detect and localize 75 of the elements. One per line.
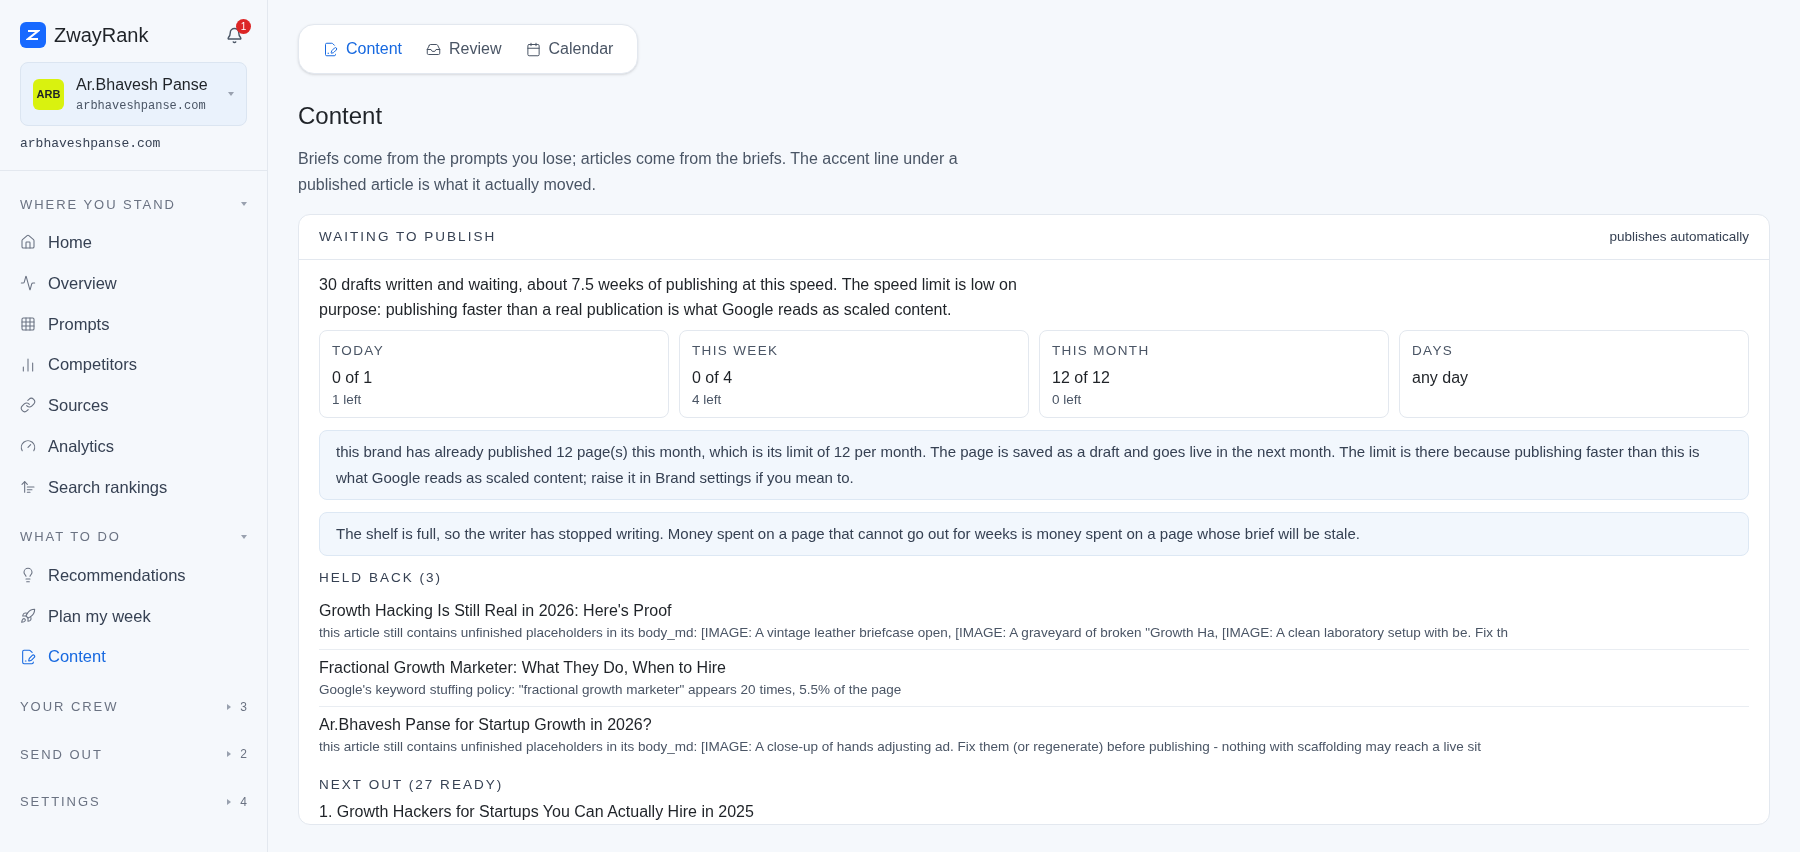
sort-icon <box>20 478 36 495</box>
logo-icon <box>20 22 46 48</box>
caret-icon <box>241 201 247 208</box>
account-avatar: ARB <box>33 78 64 110</box>
calendar-icon <box>525 41 541 57</box>
lightbulb-icon <box>20 567 36 584</box>
stat-label: THIS WEEK <box>692 342 780 361</box>
nav-item[interactable]: Search rankings <box>20 466 247 508</box>
stat-value: 0 of 4 <box>692 367 734 388</box>
article-title: Fractional Growth Marketer: What They Do, When to Hire <box>319 657 727 678</box>
section-header[interactable]: WHERE YOU STAND <box>20 186 247 222</box>
bar-chart-icon <box>20 356 36 373</box>
rocket-icon <box>20 607 36 624</box>
notification-badge: 1 <box>236 18 251 34</box>
caret-icon <box>226 703 233 710</box>
stat-label: DAYS <box>1412 342 1455 361</box>
stat-label: THIS MONTH <box>1052 342 1151 361</box>
home-icon <box>20 234 36 251</box>
tab[interactable]: Content <box>315 37 411 61</box>
stat-remaining: 1 left <box>332 390 363 409</box>
account-name: Ar.Bhavesh Panse <box>76 75 209 95</box>
stat-value: any day <box>1412 367 1470 388</box>
link-icon <box>20 397 36 414</box>
notice-banner: this brand has already published 12 page(s) this month, which is its limit of 12 per month. The page is saved as a draft and goes live in the next month. The limit is there because publishing faster than this is what Google reads as scaled content; raise it in Brand settings if you mean to. <box>319 430 1749 501</box>
nav-item[interactable]: Recommendations <box>20 554 247 596</box>
account-domain: arbhaveshpanse.com <box>76 98 207 115</box>
section-count: 2 <box>240 746 247 764</box>
pulse-icon <box>20 275 36 292</box>
section-header[interactable]: SEND OUT 2 <box>20 736 247 772</box>
section-heading: HELD BACK (3) <box>319 569 444 588</box>
article-title: Growth Hacking Is Still Real in 2026: Here's Proof <box>319 600 673 621</box>
caret-icon <box>226 751 233 758</box>
section-header[interactable]: YOUR CREW 3 <box>20 689 247 725</box>
nav-item[interactable]: Competitors <box>20 344 247 385</box>
stat-label: TODAY <box>332 342 385 361</box>
account-switcher[interactable]: ARB Ar.Bhavesh Panse arbhaveshpanse.com <box>20 62 247 126</box>
nav-item[interactable]: Content <box>20 636 247 677</box>
inbox-icon <box>426 41 442 57</box>
summary-text: 30 drafts written and waiting, about 7.5 weeks of publishing at this speed. The speed limit is low on purpose: publishing faster than a real publication is what Google reads as scaled content. <box>319 275 1018 321</box>
nav-item[interactable]: Overview <box>20 262 247 304</box>
section-header[interactable]: WHAT TO DO <box>20 519 247 555</box>
section-header[interactable]: SETTINGS 4 <box>20 784 247 820</box>
document-edit-icon <box>20 648 36 665</box>
section-count: 4 <box>240 793 247 811</box>
stat-value: 0 of 1 <box>332 367 374 388</box>
stat-remaining: 4 left <box>692 390 723 409</box>
site-domain: arbhaveshpanse.com <box>20 135 162 153</box>
caret-icon <box>228 91 234 97</box>
card-title: WAITING TO PUBLISH <box>319 228 497 246</box>
tab[interactable]: Review <box>418 37 510 61</box>
article-reason: this article still contains unfinished placeholders in its body_md: [IMAGE: A vintage leather briefcase open, [IMAGE: A graveyard of broken "Growth Ha, [IMAGE: A clean laboratory setup with be. Fix th <box>319 623 1509 642</box>
stat-value: 12 of 12 <box>1052 367 1111 388</box>
nav-item[interactable]: Plan my week <box>20 595 247 637</box>
nav-item[interactable]: Sources <box>20 385 247 426</box>
caret-icon <box>241 534 247 540</box>
card-note: publishes automatically <box>1609 228 1749 246</box>
article-reason: Google's keyword stuffing policy: "fractional growth marketer" appears 20 times, 5.5% of the page <box>319 680 903 699</box>
tab[interactable]: Calendar <box>517 37 622 61</box>
brand-name: ZwayRank <box>54 23 149 48</box>
section-heading: NEXT OUT (27 READY) <box>319 776 505 795</box>
article-reason: this article still contains unfinished placeholders in its body_md: [IMAGE: A close-up of hands adjusting ad. Fix them (or regenerate) before publishing - nothing with scaffolding may reach a live sit <box>319 738 1483 756</box>
page-intro: Briefs come from the prompts you lose; articles come from the briefs. The accent line under a published article is what it actually moved. <box>298 149 959 195</box>
article-title: Ar.Bhavesh Panse for Startup Growth in 2026? <box>319 715 653 735</box>
bell-icon <box>226 26 243 44</box>
nav-item[interactable]: Analytics <box>20 425 247 467</box>
nav-item[interactable]: Prompts <box>20 303 247 345</box>
caret-icon <box>226 798 233 805</box>
stat-remaining: 0 left <box>1052 390 1083 409</box>
notice-banner: The shelf is full, so the writer has stopped writing. Money spent on a page that cannot go out for weeks is money spent on a page whose brief will be stale. <box>319 512 1749 557</box>
grid-icon <box>20 315 36 332</box>
page-title: Content <box>298 101 384 131</box>
nav-item[interactable]: Home <box>20 222 247 263</box>
article-title: 1. Growth Hackers for Startups You Can Actually Hire in 2025 <box>319 801 755 822</box>
document-edit-icon <box>323 41 338 57</box>
section-count: 3 <box>240 698 247 716</box>
